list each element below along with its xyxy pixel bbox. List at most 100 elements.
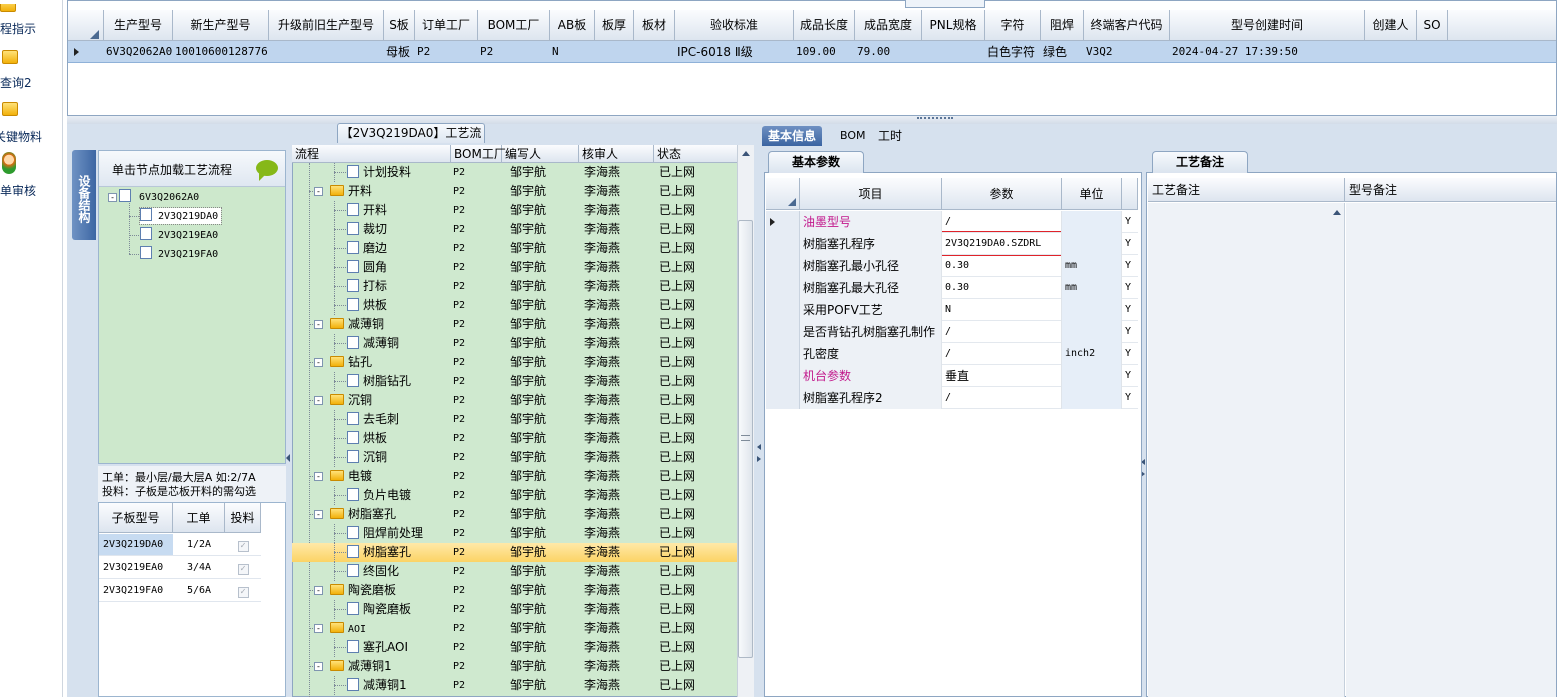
process-row[interactable]: - 电镀 P2 邹宇航 李海燕 已上网 xyxy=(292,467,737,486)
tab-basic-params[interactable]: 基本参数 xyxy=(768,151,864,173)
process-remark-textarea[interactable] xyxy=(1148,203,1345,697)
table-cell-model[interactable]: 2V3Q219DA0 xyxy=(99,534,173,556)
tab-equipment-structure[interactable]: 设备结构 xyxy=(72,150,96,240)
process-row[interactable]: 计划投料 P2 邹宇航 李海燕 已上网 xyxy=(292,163,737,182)
col-header[interactable]: 型号创建时间 xyxy=(1170,10,1365,41)
col-header-writer[interactable]: 编写人 xyxy=(502,145,579,163)
col-header-flow[interactable]: 流程 xyxy=(292,145,451,163)
param-row[interactable]: 采用POFV工艺 N Y xyxy=(766,299,1138,321)
table-cell-model[interactable]: 2V3Q219FA0 xyxy=(99,580,173,602)
process-row[interactable]: 减薄铜1 P2 邹宇航 李海燕 已上网 xyxy=(292,676,737,695)
param-row[interactable]: 树脂塞孔程序 2V3Q219DA0.SZDRL Y xyxy=(766,233,1138,255)
process-row[interactable]: 圆角 P2 邹宇航 李海燕 已上网 xyxy=(292,258,737,277)
tab-bom[interactable]: BOM xyxy=(834,126,872,146)
table-cell-feed[interactable]: ✓ xyxy=(225,534,261,556)
collapse-icon[interactable]: - xyxy=(314,472,323,481)
process-row[interactable]: 负片电镀 P2 邹宇航 李海燕 已上网 xyxy=(292,486,737,505)
model-remark-textarea[interactable] xyxy=(1346,203,1556,697)
nav-item-order-review[interactable]: 单审核 xyxy=(0,150,62,196)
collapse-icon[interactable]: - xyxy=(314,358,323,367)
col-header[interactable]: 升级前旧生产型号 xyxy=(269,10,384,41)
process-row[interactable]: 裁切 P2 邹宇航 李海燕 已上网 xyxy=(292,220,737,239)
process-row[interactable]: - 陶瓷磨板 P2 邹宇航 李海燕 已上网 xyxy=(292,581,737,600)
param-value-cell[interactable]: N xyxy=(942,299,1062,321)
param-row[interactable]: 树脂塞孔最大孔径 0.30 mm Y xyxy=(766,277,1138,299)
process-row[interactable]: 树脂钻孔 P2 邹宇航 李海燕 已上网 xyxy=(292,372,737,391)
tab-basic-info[interactable]: 基本信息 xyxy=(762,126,823,146)
nav-item-process-instruction[interactable]: 程指示 xyxy=(0,4,62,38)
process-row[interactable]: 沉铜 P2 邹宇航 李海燕 已上网 xyxy=(292,448,737,467)
col-header-status[interactable]: 状态 xyxy=(654,145,737,163)
process-row[interactable]: - 开料 P2 邹宇航 李海燕 已上网 xyxy=(292,182,737,201)
process-row[interactable]: - 树脂塞孔 P2 邹宇航 李海燕 已上网 xyxy=(292,505,737,524)
col-header[interactable]: 创建人 xyxy=(1365,10,1417,41)
tree-node-subboard[interactable]: 2V3Q219EA0 xyxy=(140,227,218,243)
collapse-icon[interactable]: - xyxy=(314,624,323,633)
process-row[interactable]: 打标 P2 邹宇航 李海燕 已上网 xyxy=(292,277,737,296)
param-row[interactable]: 孔密度 / inch2 Y xyxy=(766,343,1138,365)
process-row[interactable]: 阻焊前处理 P2 邹宇航 李海燕 已上网 xyxy=(292,524,737,543)
process-row[interactable]: 磨边 P2 邹宇航 李海燕 已上网 xyxy=(292,239,737,258)
nav-item-key-material[interactable]: 关键物料 xyxy=(0,98,62,144)
col-header-item[interactable]: 项目 xyxy=(800,178,942,210)
col-header[interactable]: 新生产型号 xyxy=(173,10,269,41)
table-cell-feed[interactable]: ✓ xyxy=(225,580,261,602)
col-header[interactable]: SO xyxy=(1417,10,1448,41)
process-row[interactable]: 去毛刺 P2 邹宇航 李海燕 已上网 xyxy=(292,410,737,429)
collapse-icon[interactable]: - xyxy=(314,187,323,196)
process-row[interactable]: - 沉铜 P2 邹宇航 李海燕 已上网 xyxy=(292,391,737,410)
col-header[interactable]: AB板 xyxy=(550,10,595,41)
checkbox[interactable]: ✓ xyxy=(237,587,249,598)
col-header[interactable]: PNL规格 xyxy=(922,10,985,41)
collapse-icon[interactable]: - xyxy=(314,396,323,405)
param-value-cell[interactable]: / xyxy=(942,321,1062,343)
col-header-bom-factory[interactable]: BOM工厂 xyxy=(451,145,506,163)
process-row[interactable]: - 减薄铜1 P2 邹宇航 李海燕 已上网 xyxy=(292,657,737,676)
checkbox[interactable]: ✓ xyxy=(237,541,249,552)
col-header[interactable]: 成品宽度 xyxy=(855,10,922,41)
process-row[interactable]: - 减薄铜 P2 邹宇航 李海燕 已上网 xyxy=(292,315,737,334)
param-row[interactable]: 是否背钻孔树脂塞孔制作 / Y xyxy=(766,321,1138,343)
table-cell-feed[interactable]: ✓ xyxy=(225,557,261,579)
process-row[interactable]: - 钻孔 P2 邹宇航 李海燕 已上网 xyxy=(292,353,737,372)
param-row[interactable]: 机台参数 垂直 Y xyxy=(766,365,1138,387)
process-row[interactable]: - AOI P2 邹宇航 李海燕 已上网 xyxy=(292,619,737,638)
col-header[interactable]: 板厚 xyxy=(595,10,634,41)
col-header[interactable]: 字符 xyxy=(985,10,1041,41)
collapse-icon[interactable]: - xyxy=(314,586,323,595)
collapse-icon[interactable]: - xyxy=(108,193,117,202)
process-row[interactable]: 陶瓷磨板 P2 邹宇航 李海燕 已上网 xyxy=(292,600,737,619)
horizontal-splitter[interactable] xyxy=(67,116,1557,124)
tree-node-root[interactable]: - 6V3Q2062A0 xyxy=(108,189,199,205)
col-header[interactable]: 板材 xyxy=(634,10,675,41)
process-row[interactable]: 烘板 P2 邹宇航 李海燕 已上网 xyxy=(292,296,737,315)
tree-node-subboard[interactable]: 2V3Q219FA0 xyxy=(140,246,218,262)
scroll-up-icon[interactable] xyxy=(1333,210,1341,215)
checkbox[interactable]: ✓ xyxy=(237,564,249,575)
collapse-icon[interactable]: - xyxy=(314,662,323,671)
process-row[interactable]: 开料 P2 邹宇航 李海燕 已上网 xyxy=(292,201,737,220)
col-header-feed[interactable]: 投料 xyxy=(225,503,261,533)
col-header[interactable]: BOM工厂 xyxy=(478,10,550,41)
tab-labor-hours[interactable]: 工时 xyxy=(872,126,908,146)
col-header-order[interactable]: 工单 xyxy=(173,503,225,533)
param-row[interactable]: 油墨型号 / Y xyxy=(766,211,1138,233)
collapse-icon[interactable]: - xyxy=(314,320,323,329)
col-header[interactable]: 生产型号 xyxy=(104,10,173,41)
collapse-handle[interactable] xyxy=(756,440,762,470)
process-row[interactable]: 树脂塞孔 P2 邹宇航 李海燕 已上网 xyxy=(292,543,737,562)
col-header[interactable]: 成品长度 xyxy=(794,10,855,41)
table-cell-order[interactable]: 3/4A xyxy=(173,557,225,579)
param-value-cell[interactable]: / xyxy=(942,387,1062,409)
col-header[interactable]: 订单工厂 xyxy=(415,10,478,41)
param-value-cell[interactable]: 2V3Q219DA0.SZDRL xyxy=(942,233,1062,255)
nav-item-query2[interactable]: 查询2 xyxy=(0,46,62,90)
col-header[interactable]: 验收标准 xyxy=(675,10,794,41)
process-row[interactable]: 塞孔AOI P2 邹宇航 李海燕 已上网 xyxy=(292,638,737,657)
param-row[interactable]: 树脂塞孔最小孔径 0.30 mm Y xyxy=(766,255,1138,277)
col-header-reviewer[interactable]: 核审人 xyxy=(579,145,654,163)
table-cell-order[interactable]: 5/6A xyxy=(173,580,225,602)
param-value-cell[interactable]: / xyxy=(942,211,1062,233)
col-header[interactable]: 阻焊 xyxy=(1041,10,1084,41)
col-header-param[interactable]: 参数 xyxy=(942,178,1062,210)
